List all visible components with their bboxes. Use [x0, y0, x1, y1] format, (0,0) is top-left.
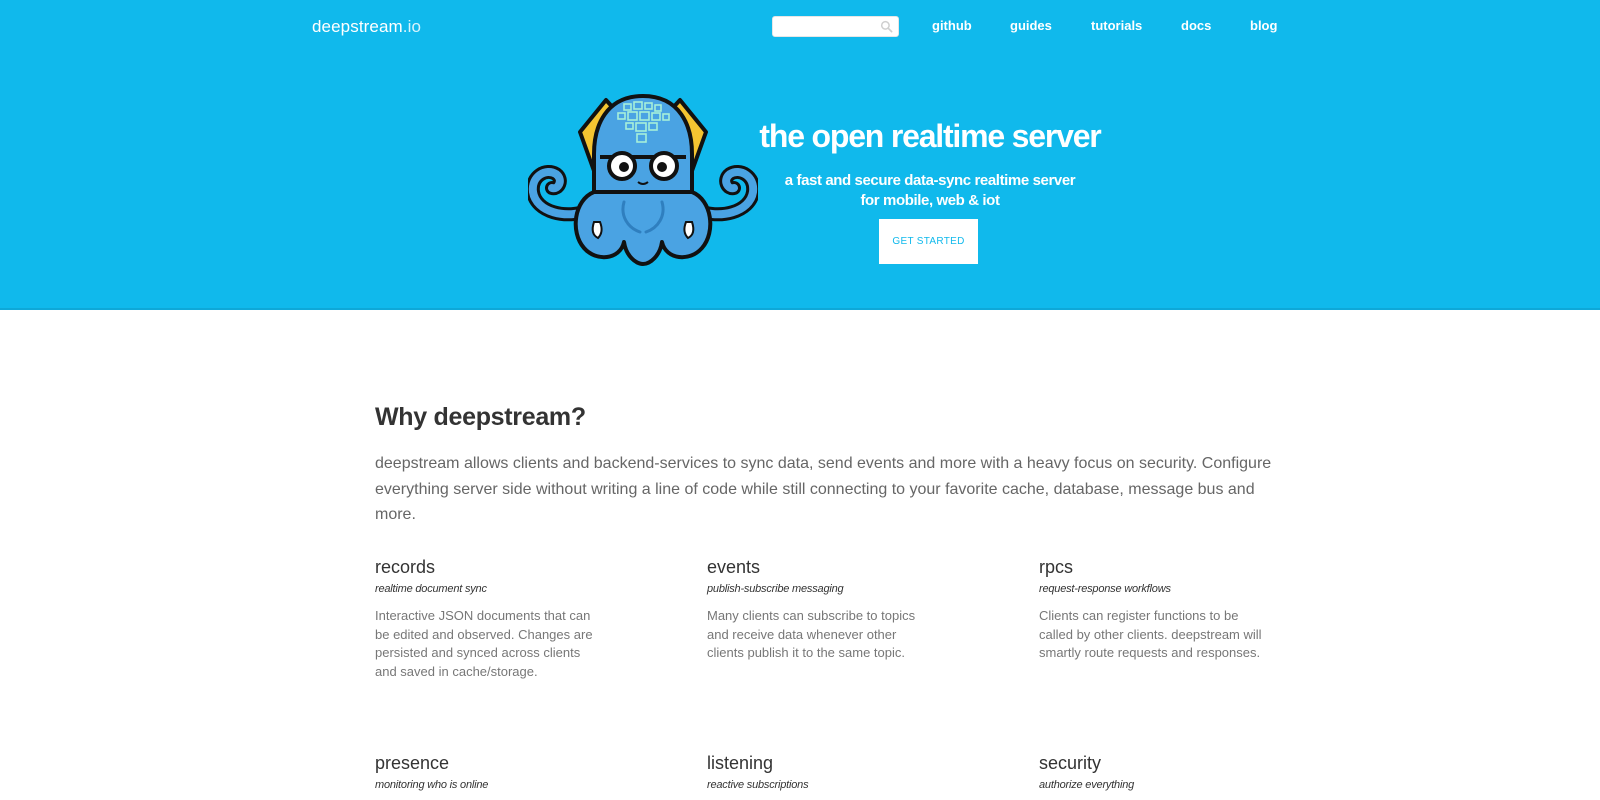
feature-presence: presence monitoring who is online: [375, 752, 615, 800]
get-started-button[interactable]: GET STARTED: [879, 219, 978, 264]
feature-title: rpcs: [1039, 557, 1074, 577]
nav-link-blog[interactable]: blog: [1250, 18, 1277, 33]
feature-title: records: [375, 557, 436, 577]
hero-title: the open realtime server: [759, 118, 1101, 154]
feature-subtitle: monitoring who is online: [375, 779, 489, 791]
feature-listening: listening reactive subscriptions: [707, 752, 947, 800]
feature-title: presence: [375, 753, 450, 773]
feature-events: events publish-subscribe messaging Many …: [707, 556, 947, 663]
site-logo[interactable]: deepstream.io: [312, 17, 421, 37]
octopus-mascot: [528, 93, 758, 266]
feature-subtitle: publish-subscribe messaging: [707, 583, 844, 595]
logo-text: deepstream: [312, 17, 403, 36]
feature-subtitle: authorize everything: [1039, 779, 1135, 791]
feature-title: events: [707, 557, 761, 577]
feature-description: Interactive JSON documents that can be e…: [375, 608, 593, 680]
nav-link-github[interactable]: github: [932, 18, 972, 33]
nav-link-guides[interactable]: guides: [1010, 18, 1052, 33]
feature-subtitle: request-response workflows: [1039, 583, 1171, 595]
feature-title: listening: [707, 753, 774, 773]
hero-subtitle: a fast and secure data-sync realtime ser…: [760, 171, 1100, 211]
hero-banner: deepstream.io github guides tutorials do…: [0, 0, 1600, 310]
feature-description: Clients can register functions to be cal…: [1039, 608, 1262, 661]
feature-rpcs: rpcs request-response workflows Clients …: [1039, 556, 1279, 663]
feature-description: Many clients can subscribe to topics and…: [707, 608, 916, 661]
hero-subtitle-line-1: a fast and secure data-sync realtime ser…: [784, 172, 1076, 189]
feature-subtitle: realtime document sync: [375, 583, 487, 595]
why-section-title: Why deepstream?: [375, 403, 586, 431]
nav-link-tutorials[interactable]: tutorials: [1091, 18, 1142, 33]
feature-records: records realtime document sync Interacti…: [375, 556, 615, 682]
search-box: [772, 16, 899, 37]
feature-subtitle: reactive subscriptions: [707, 779, 809, 791]
search-icon[interactable]: [880, 20, 893, 33]
hero-subtitle-line-2: for mobile, web & iot: [860, 192, 1000, 209]
feature-security: security authorize everything: [1039, 752, 1279, 800]
logo-tld: .io: [402, 17, 422, 36]
nav-link-docs[interactable]: docs: [1181, 18, 1211, 33]
why-section-intro: deepstream allows clients and backend-se…: [375, 455, 1272, 523]
feature-title: security: [1039, 753, 1102, 773]
